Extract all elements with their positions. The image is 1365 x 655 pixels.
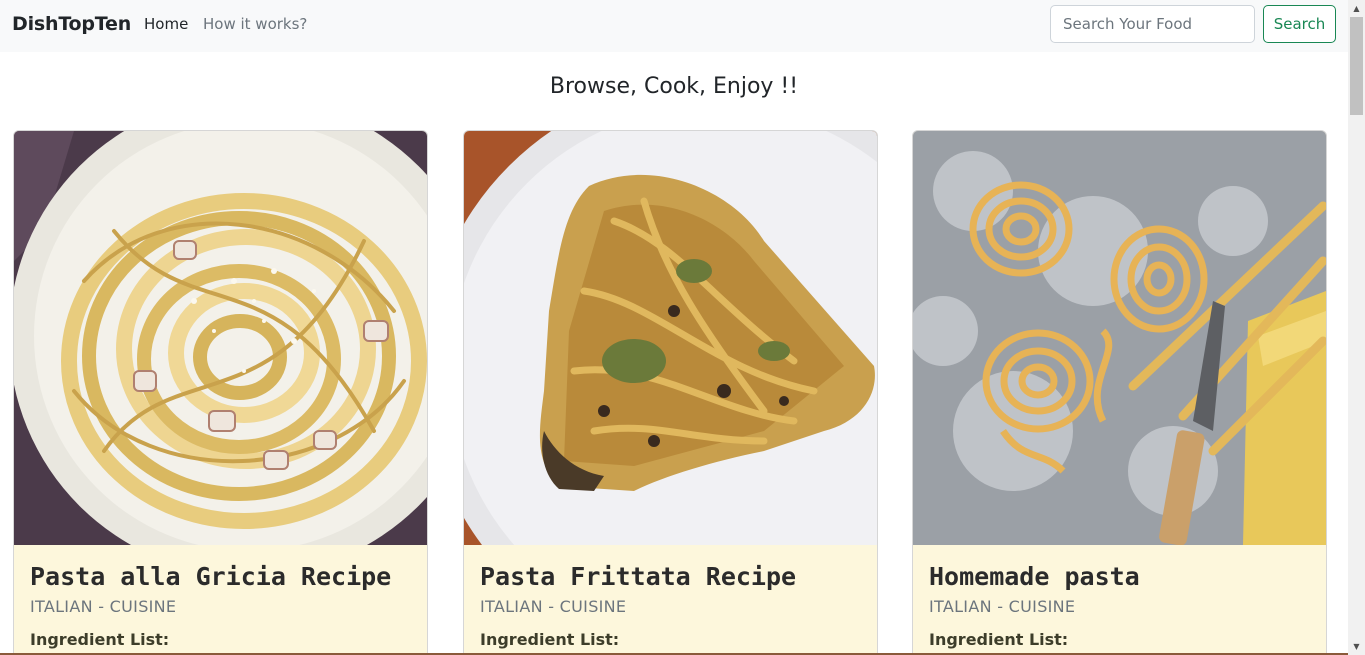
- ingredient-list-label: Ingredient List:: [30, 630, 170, 649]
- recipe-card[interactable]: Homemade pasta ITALIAN - CUISINE Ingredi…: [912, 130, 1327, 655]
- recipe-card-body: Pasta alla Gricia Recipe ITALIAN - CUISI…: [14, 545, 427, 655]
- page-heading: Browse, Cook, Enjoy !!: [549, 74, 799, 99]
- recipe-card-body: Pasta Frittata Recipe ITALIAN - CUISINE …: [464, 545, 877, 655]
- recipe-cuisine: ITALIAN - CUISINE: [929, 597, 1076, 616]
- recipe-card[interactable]: Pasta alla Gricia Recipe ITALIAN - CUISI…: [13, 130, 428, 655]
- ingredient-list-label: Ingredient List:: [929, 630, 1069, 649]
- search-input[interactable]: [1050, 5, 1255, 43]
- recipe-title[interactable]: Pasta alla Gricia Recipe: [30, 562, 411, 591]
- recipe-image-fresh-pasta[interactable]: [913, 131, 1326, 545]
- nav-link-home[interactable]: Home: [144, 15, 188, 33]
- scroll-up-arrow-icon[interactable]: ▲: [1348, 0, 1365, 17]
- scroll-down-arrow-icon[interactable]: ▼: [1348, 638, 1365, 655]
- recipe-card-body: Homemade pasta ITALIAN - CUISINE Ingredi…: [913, 545, 1326, 655]
- recipe-cuisine: ITALIAN - CUISINE: [480, 597, 627, 616]
- search-button[interactable]: Search: [1263, 5, 1336, 43]
- page-scrollbar[interactable]: ▲ ▼: [1348, 0, 1365, 655]
- ingredient-list-label: Ingredient List:: [480, 630, 620, 649]
- nav-link-how-it-works[interactable]: How it works?: [203, 15, 307, 33]
- scroll-thumb[interactable]: [1350, 17, 1363, 115]
- navbar: DishTopTen Home How it works? Search: [0, 0, 1348, 52]
- recipe-title[interactable]: Pasta Frittata Recipe: [480, 562, 861, 591]
- recipe-title[interactable]: Homemade pasta: [929, 562, 1310, 591]
- recipe-cuisine: ITALIAN - CUISINE: [30, 597, 177, 616]
- brand-logo[interactable]: DishTopTen: [12, 13, 131, 35]
- recipe-card[interactable]: Pasta Frittata Recipe ITALIAN - CUISINE …: [463, 130, 878, 655]
- recipe-image-frittata[interactable]: [464, 131, 877, 545]
- recipe-image-spaghetti[interactable]: [14, 131, 427, 545]
